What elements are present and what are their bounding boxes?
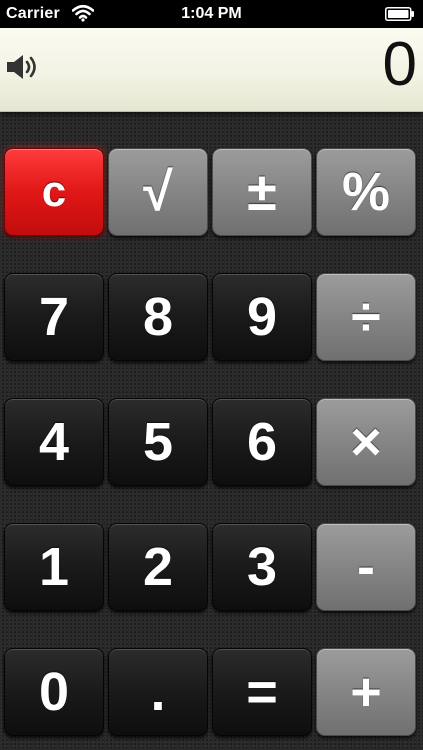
plus-button[interactable]: + [316,648,416,736]
digit-9-button[interactable]: 9 [212,273,312,361]
digit-8-button[interactable]: 8 [108,273,208,361]
clear-button[interactable]: c [4,148,104,236]
equals-button[interactable]: = [212,648,312,736]
status-bar: Carrier 1:04 PM [0,0,423,28]
display-value: 0 [382,30,417,99]
digit-2-button[interactable]: 2 [108,523,208,611]
battery-icon [385,7,414,21]
digit-5-button[interactable]: 5 [108,398,208,486]
digit-3-button[interactable]: 3 [212,523,312,611]
calculator-display: 0 [0,28,423,112]
minus-button[interactable]: - [316,523,416,611]
percent-button[interactable]: % [316,148,416,236]
digit-7-button[interactable]: 7 [4,273,104,361]
digit-6-button[interactable]: 6 [212,398,312,486]
digit-0-button[interactable]: 0 [4,648,104,736]
square-root-button[interactable]: √ [108,148,208,236]
speaker-icon[interactable] [5,52,41,82]
status-time: 1:04 PM [181,5,242,22]
multiply-button[interactable]: × [316,398,416,486]
plus-minus-button[interactable]: ± [212,148,312,236]
decimal-point-button[interactable]: . [108,648,208,736]
divide-button[interactable]: ÷ [316,273,416,361]
digit-4-button[interactable]: 4 [4,398,104,486]
digit-1-button[interactable]: 1 [4,523,104,611]
